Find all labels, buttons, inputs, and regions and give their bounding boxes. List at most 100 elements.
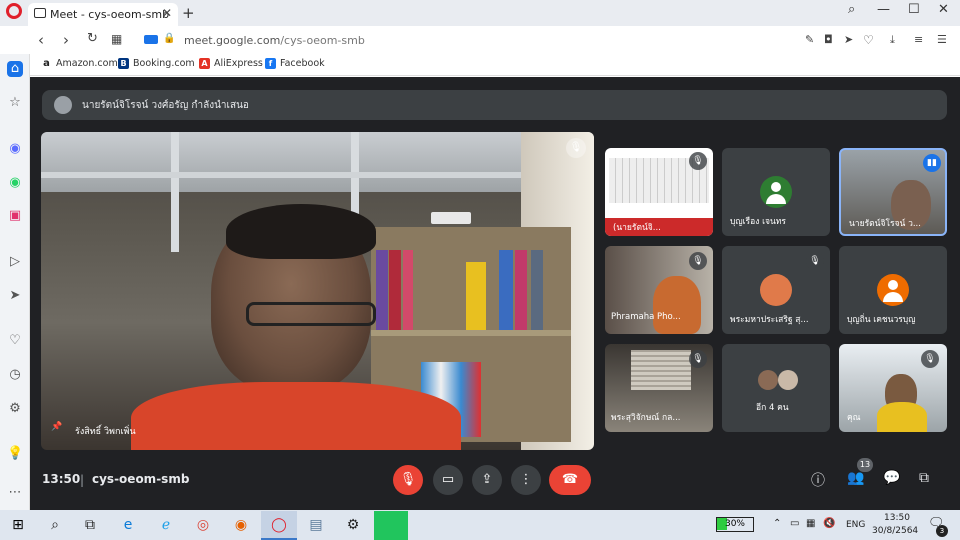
mic-off-icon: 🎙 <box>689 350 707 368</box>
windows-start-icon[interactable]: ⊞ <box>8 515 28 535</box>
mic-toggle-button[interactable]: 🎙 <box>393 465 423 495</box>
minimize-button[interactable]: — <box>877 2 890 17</box>
lock-icon[interactable]: 🔒 <box>163 33 175 44</box>
participant-tile-more[interactable]: อีก 4 คน <box>722 344 830 432</box>
search-icon[interactable]: ⌕ <box>45 515 65 535</box>
url-path: /cys-oeom-smb <box>280 34 365 47</box>
participant-tile[interactable]: 🎙 คุณ <box>839 344 947 432</box>
participants-count-badge: 13 <box>857 458 873 472</box>
camera-toggle-button[interactable]: ▭ <box>433 465 463 495</box>
download-icon[interactable]: ⤓ <box>890 33 895 47</box>
participant-tile[interactable]: 🎙 Phramaha Pho... <box>605 246 713 334</box>
mic-off-icon: 🎙 <box>806 252 824 270</box>
avatar-photo <box>760 274 792 306</box>
chrome-icon[interactable]: ◎ <box>193 515 213 535</box>
bookmark-aliexpress[interactable]: A AliExpress <box>199 58 263 69</box>
player-icon[interactable]: ▷ <box>7 254 23 270</box>
avatar <box>760 176 792 208</box>
tile-name: พระสุวิจักษณ์ กล... <box>611 413 681 423</box>
participant-tile[interactable]: บุญเรือง เจนทร <box>722 148 830 236</box>
easy-setup-icon[interactable]: ☰ <box>937 33 947 46</box>
pin-icon[interactable]: 📌 <box>51 422 62 432</box>
opera-logo-icon[interactable] <box>6 3 22 19</box>
star-icon[interactable]: ☆ <box>7 95 23 111</box>
settings-taskbar-icon[interactable]: ⚙ <box>343 515 363 535</box>
messenger-icon[interactable]: ◉ <box>7 141 23 157</box>
chat-icon[interactable]: 💬 <box>883 470 900 486</box>
activities-icon[interactable]: ⧉ <box>919 470 929 486</box>
reload-button[interactable]: ↻ <box>87 31 98 46</box>
edge-icon[interactable]: e <box>118 515 138 535</box>
new-tab-button[interactable]: + <box>182 4 195 22</box>
battery-indicator[interactable]: 30% <box>716 517 754 532</box>
search-tabs-icon[interactable]: ⌕ <box>848 2 855 17</box>
present-button[interactable]: ⇪ <box>472 465 502 495</box>
heart-icon[interactable]: ♡ <box>863 33 874 47</box>
bookmark-amazon[interactable]: a Amazon.com <box>41 58 118 69</box>
opera-sidebar <box>0 54 30 510</box>
info-icon[interactable]: ⓘ <box>811 470 825 490</box>
battery-tray-icon[interactable]: ▭ <box>790 518 799 529</box>
whatsapp-icon[interactable]: ◉ <box>7 175 23 191</box>
bookmark-booking[interactable]: B Booking.com <box>118 58 195 69</box>
binder <box>499 250 513 330</box>
forward-button[interactable]: › <box>63 31 69 49</box>
participant-tile[interactable]: บุญถิ่น เคชนวรบุญ <box>839 246 947 334</box>
language-indicator[interactable]: ENG <box>846 520 865 530</box>
clock-date[interactable]: 30/8/2564 <box>872 526 918 536</box>
more-sidebar-icon[interactable]: ⋯ <box>7 485 23 501</box>
snapshot-icon[interactable]: ◘ <box>824 33 833 46</box>
instagram-icon[interactable]: ▣ <box>7 208 23 224</box>
participant-tile[interactable]: 🎙 พระสุวิจักษณ์ กล... <box>605 344 713 432</box>
home-icon[interactable]: ⌂ <box>7 61 23 77</box>
participant-tile[interactable]: 🎙 พระมหาประเสริฐ สุ... <box>722 246 830 334</box>
main-participant-name: รังสิทธิ์ วิพกเพิ่น <box>75 427 136 437</box>
network-icon[interactable]: ▦ <box>806 518 815 529</box>
send-sidebar-icon[interactable]: ➤ <box>7 288 23 304</box>
tabs-grid-icon[interactable]: ▦ <box>111 32 122 46</box>
maximize-button[interactable]: ☐ <box>908 2 920 17</box>
main-video[interactable]: 🎙 📌 รังสิทธิ์ วิพกเพิ่น <box>41 132 594 450</box>
menu-icon[interactable]: ≡ <box>914 33 923 46</box>
separator: | <box>80 473 85 487</box>
camera-indicator-icon[interactable] <box>144 35 158 44</box>
tile-roof <box>631 350 691 390</box>
participant-tile[interactable]: 🎙 (นายรัตน์จิ... <box>605 148 713 236</box>
people-icon[interactable]: 👥 <box>847 470 864 486</box>
task-view-icon[interactable]: ⧉ <box>80 515 100 535</box>
volume-icon[interactable]: 🔇 <box>823 518 835 529</box>
app-icon[interactable]: ▤ <box>306 515 326 535</box>
back-button[interactable]: ‹ <box>38 31 44 49</box>
url-field[interactable]: meet.google.com/cys-oeom-smb <box>184 34 365 47</box>
lightbulb-icon[interactable]: 💡 <box>7 446 23 462</box>
bookmark-label: Facebook <box>280 58 325 69</box>
speaking-indicator-icon: ▮▮ <box>923 154 941 172</box>
avatar <box>877 274 909 306</box>
edit-icon[interactable]: ✎ <box>805 33 814 46</box>
opera-icon[interactable]: ◯ <box>269 515 289 535</box>
browser-tab[interactable]: Meet - cys-oeom-smb ✕ <box>28 3 178 26</box>
avatar-small <box>778 370 798 390</box>
clock-time[interactable]: 13:50 <box>884 513 910 523</box>
presenter-avatar <box>54 96 72 114</box>
tab-close-icon[interactable]: ✕ <box>162 6 172 20</box>
tray-chevron-icon[interactable]: ⌃ <box>773 518 781 529</box>
url-domain: meet.google.com <box>184 34 281 47</box>
person-shirt <box>131 382 461 450</box>
heart-sidebar-icon[interactable]: ♡ <box>7 333 23 349</box>
line-app-icon[interactable] <box>374 511 408 540</box>
windows-taskbar <box>0 510 960 540</box>
close-window-button[interactable]: ✕ <box>938 2 949 17</box>
more-options-button[interactable]: ⋮ <box>511 465 541 495</box>
send-icon[interactable]: ➤ <box>844 33 853 46</box>
binder <box>376 250 388 330</box>
shelf-board <box>371 330 571 336</box>
settings-icon[interactable]: ⚙ <box>7 401 23 417</box>
ie-icon[interactable]: ℯ <box>156 515 176 535</box>
end-call-button[interactable]: ☎ <box>549 465 591 495</box>
binder <box>389 250 401 330</box>
history-icon[interactable]: ◷ <box>7 367 23 383</box>
participant-tile-active[interactable]: ▮▮ นายรัตน์จิโรจน์ ว... <box>839 148 947 236</box>
firefox-icon[interactable]: ◉ <box>231 515 251 535</box>
bookmark-facebook[interactable]: f Facebook <box>265 58 325 69</box>
